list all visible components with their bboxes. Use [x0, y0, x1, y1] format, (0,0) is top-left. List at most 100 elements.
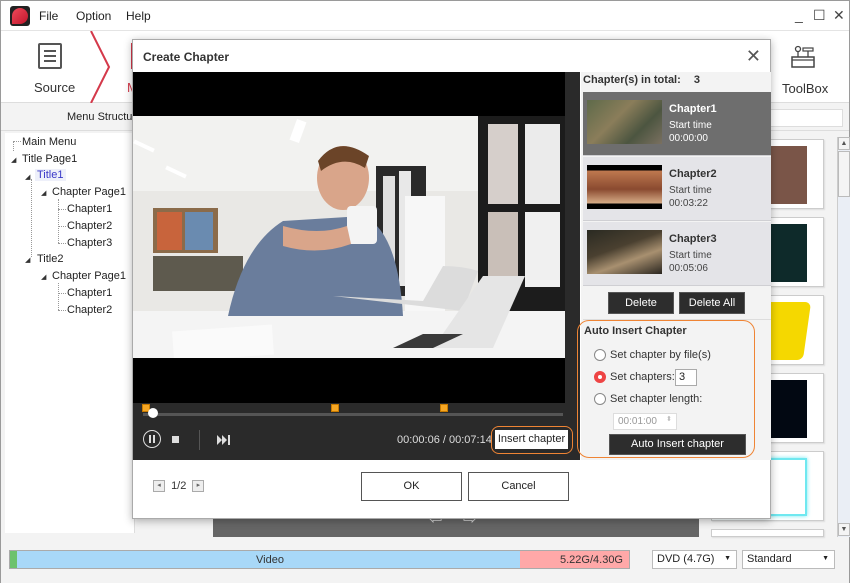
chapter-list-item[interactable]: Chapter2 Start time 00:03:22: [583, 157, 771, 221]
expand-icon[interactable]: ◢: [41, 189, 46, 197]
menu-option[interactable]: Option: [76, 9, 111, 23]
delete-all-button[interactable]: Delete All: [679, 292, 745, 314]
time-readout: 00:00:06 / 00:07:14: [397, 434, 492, 446]
step-source-label: Source: [34, 80, 76, 95]
prev-page-icon[interactable]: ◂: [153, 480, 165, 493]
tree-item-main-menu[interactable]: Main Menu: [22, 136, 76, 148]
chevron-down-icon: ▼: [724, 555, 731, 562]
expand-icon[interactable]: ◢: [25, 173, 30, 181]
insert-chapter-button[interactable]: Insert chapter: [491, 426, 573, 454]
close-icon[interactable]: ✕: [746, 46, 761, 67]
menu-bar: File Option Help _ ☐ ✕: [1, 1, 849, 31]
expand-icon[interactable]: ◢: [25, 256, 30, 264]
chevron-down-icon: ▼: [822, 555, 829, 562]
menu-structure-label: Menu Structure: [67, 111, 143, 123]
auto-insert-button[interactable]: Auto Insert chapter: [609, 434, 746, 455]
pager: ◂ 1/2 ▸: [153, 480, 205, 493]
tree-item-title-page1[interactable]: Title Page1: [22, 153, 77, 165]
chapter-list-item[interactable]: Chapter1 Start time 00:00:00: [583, 92, 771, 156]
tree-item-chapter3[interactable]: Chapter3: [67, 237, 112, 249]
page-indicator: 1/2: [171, 480, 187, 492]
timeline-track[interactable]: [143, 413, 563, 416]
template-card[interactable]: [711, 529, 824, 537]
ok-button[interactable]: OK: [361, 472, 462, 501]
scroll-up-icon[interactable]: ▲: [838, 137, 850, 150]
chapter-start-label: Start time: [669, 185, 712, 196]
menu-help[interactable]: Help: [126, 9, 151, 23]
chapters-total-header: Chapter(s) in total: 3: [583, 74, 700, 86]
chapter-start-time: 00:05:06: [669, 263, 708, 274]
chapter-marker[interactable]: [331, 404, 339, 412]
stop-icon[interactable]: [172, 436, 179, 443]
chapter-name: Chapter2: [669, 168, 717, 180]
disc-capacity-bar: Video 5.22G/4.30G: [9, 550, 630, 569]
chapter-marker[interactable]: [440, 404, 449, 412]
divider: [199, 430, 200, 450]
expand-icon[interactable]: ◢: [41, 273, 46, 281]
auto-insert-title: Auto Insert Chapter: [584, 325, 687, 337]
radio-set-chapters-label: Set chapters:: [610, 371, 675, 383]
chapter-start-time: 00:00:00: [669, 133, 708, 144]
document-icon: [38, 43, 62, 69]
template-scrollbar[interactable]: ▲ ▼: [837, 137, 850, 537]
tree-item-chapter-page1-b[interactable]: Chapter Page1: [52, 270, 126, 282]
tree-item-title2[interactable]: Title2: [37, 253, 64, 265]
radio-chapter-length[interactable]: [594, 393, 606, 405]
quality-value: Standard: [747, 553, 792, 565]
chapter-length-value: 00:01:00: [618, 416, 657, 427]
create-chapter-dialog: Create Chapter ✕ 00:00:06 / 00:07:14 Ins…: [132, 39, 771, 519]
menu-structure-tree: Main Menu ◢ Title Page1 ◢ Title1 ◢ Chapt…: [5, 133, 135, 533]
close-icon[interactable]: ✕: [833, 7, 845, 24]
video-player: 00:00:06 / 00:07:14 Insert chapter: [133, 72, 580, 460]
capacity-size: 5.22G/4.30G: [560, 554, 623, 566]
chapter-start-label: Start time: [669, 120, 712, 131]
minimize-icon[interactable]: _: [795, 7, 803, 23]
tree-item-chapter1-b[interactable]: Chapter1: [67, 287, 112, 299]
scroll-down-icon[interactable]: ▼: [838, 523, 850, 536]
quality-select[interactable]: Standard ▼: [742, 550, 835, 569]
video-frame: [133, 116, 565, 358]
next-frame-icon[interactable]: [217, 435, 231, 445]
video-frame-image: [133, 116, 565, 358]
insert-chapter-label: Insert chapter: [495, 430, 568, 449]
radio-by-file[interactable]: [594, 349, 606, 361]
chapter-name: Chapter3: [669, 233, 717, 245]
delete-button[interactable]: Delete: [608, 292, 674, 314]
tree-item-title1[interactable]: Title1: [35, 169, 66, 181]
radio-by-file-label: Set chapter by file(s): [610, 349, 711, 361]
auto-insert-group: Auto Insert Chapter Set chapter by file(…: [577, 320, 755, 458]
disc-type-value: DVD (4.7G): [657, 553, 715, 565]
tree-item-chapter2[interactable]: Chapter2: [67, 220, 112, 232]
chapters-total-count: 3: [693, 74, 700, 86]
step-chevron-icon: [90, 31, 111, 103]
chapter-length-input[interactable]: 00:01:00 ⬍: [613, 413, 677, 430]
expand-icon[interactable]: ◢: [11, 156, 16, 164]
chapter-thumbnail: [587, 230, 662, 274]
chapter-count-input[interactable]: 3: [675, 369, 697, 386]
scroll-thumb[interactable]: [838, 151, 850, 197]
tree-item-chapter-page1[interactable]: Chapter Page1: [52, 186, 126, 198]
dialog-title: Create Chapter: [143, 50, 230, 64]
chapter-name: Chapter1: [669, 103, 717, 115]
radio-set-chapters[interactable]: [594, 371, 606, 383]
next-page-icon[interactable]: ▸: [192, 480, 205, 493]
cancel-button[interactable]: Cancel: [468, 472, 569, 501]
chapter-thumbnail: [587, 165, 662, 209]
toolbox-icon: [791, 45, 815, 68]
chapter-start-time: 00:03:22: [669, 198, 708, 209]
chapter-start-label: Start time: [669, 250, 712, 261]
chapter-panel: Chapter(s) in total: 3 Chapter1 Start ti…: [577, 72, 771, 460]
spinner-icon[interactable]: ⬍: [666, 415, 672, 423]
timeline-playhead[interactable]: [147, 408, 158, 418]
capacity-label: Video: [256, 554, 284, 566]
disc-type-select[interactable]: DVD (4.7G) ▼: [652, 550, 737, 569]
menu-file[interactable]: File: [39, 9, 58, 23]
tree-item-chapter1[interactable]: Chapter1: [67, 203, 112, 215]
video-viewport[interactable]: [133, 72, 565, 403]
chapter-list-item[interactable]: Chapter3 Start time 00:05:06: [583, 222, 771, 286]
pause-icon[interactable]: [143, 430, 161, 448]
chapter-thumbnail: [587, 100, 662, 144]
app-logo-icon: [10, 6, 30, 26]
maximize-icon[interactable]: ☐: [813, 7, 826, 24]
tree-item-chapter2-b[interactable]: Chapter2: [67, 304, 112, 316]
